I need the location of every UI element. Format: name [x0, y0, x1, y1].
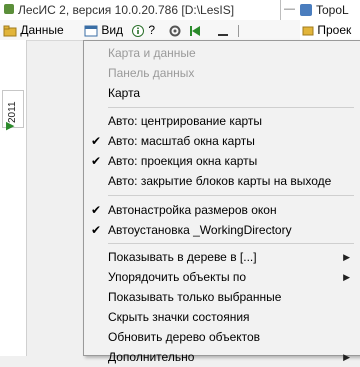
window-title: ЛесИС 2, версия 10.0.20.786 [D:\LesIS] [18, 3, 235, 17]
menu-item[interactable]: Авто: центрирование карты [84, 111, 360, 131]
menu-item-label: Авто: проекция окна карты [108, 154, 258, 168]
menu-item: Панель данных [84, 63, 360, 83]
project-icon [302, 26, 314, 36]
menu-item-label: Дополнительно [108, 350, 195, 364]
submenu-arrow-icon: ▶ [343, 252, 350, 262]
menu-item[interactable]: ✔ Авто: масштаб окна карты [84, 131, 360, 151]
menu-item-label: Упорядочить объекты по [108, 270, 247, 284]
menu-view-label: Вид [101, 23, 124, 37]
first-record-button[interactable] [188, 22, 202, 38]
menu-help[interactable]: ? [131, 22, 155, 38]
menu-item-label: Карта и данные [108, 46, 196, 60]
menu-bar: Данные Вид ? [0, 20, 300, 41]
menu-item[interactable]: Обновить дерево объектов [84, 327, 360, 347]
menu-view[interactable]: Вид [84, 22, 123, 38]
skip-back-icon [190, 25, 200, 36]
menu-item[interactable]: Скрыть значки состояния [84, 307, 360, 327]
menu-item-label: Скрыть значки состояния [108, 310, 250, 324]
menu-item[interactable]: Дополнительно ▶ [84, 347, 360, 367]
menu-item-label: Обновить дерево объектов [108, 330, 261, 344]
menu-separator [108, 195, 354, 196]
minimize-panel-icon [218, 33, 228, 36]
data-folder-icon [3, 25, 17, 37]
gear-icon [169, 25, 181, 37]
topol-window-title[interactable]: TopoL [316, 3, 349, 17]
menu-project-label: Проек [317, 23, 352, 37]
menu-item: Карта и данные [84, 43, 360, 63]
menu-item-label: Автонастройка размеров окон [108, 203, 277, 217]
menu-item-label: Панель данных [108, 66, 195, 80]
info-icon [132, 24, 144, 37]
settings-button[interactable] [168, 22, 182, 38]
menu-item[interactable]: ✔ Авто: проекция окна карты [84, 151, 360, 171]
menu-item[interactable]: Упорядочить объекты по ▶ [84, 267, 360, 287]
submenu-arrow-icon: ▶ [343, 272, 350, 282]
title-divider [280, 0, 281, 20]
menu-help-label: ? [148, 23, 156, 37]
menu-project[interactable]: Проек [302, 22, 351, 38]
minimize-icon[interactable]: — [284, 3, 295, 15]
checkmark-icon: ✔ [90, 154, 102, 168]
menu-data-label: Данные [20, 23, 64, 37]
menu-item[interactable]: Авто: закрытие блоков карты на выходе [84, 171, 360, 191]
minimize-panel-button[interactable] [216, 22, 230, 38]
separator-icon [238, 24, 239, 37]
menu-item[interactable]: Показывать только выбранные [84, 287, 360, 307]
checkmark-icon: ✔ [90, 203, 102, 217]
menu-item-label: Авто: центрирование карты [108, 114, 263, 128]
menu-separator [108, 243, 354, 244]
submenu-arrow-icon: ▶ [343, 352, 350, 362]
left-panel: 2011 ▶ [0, 40, 27, 356]
menu-item[interactable]: Карта [84, 83, 360, 103]
menu-item[interactable]: ✔ Автонастройка размеров окон [84, 200, 360, 220]
menu-item-label: Показывать в дереве в [...] [108, 250, 257, 264]
title-bar: ЛесИС 2, версия 10.0.20.786 [D:\LesIS] —… [0, 0, 360, 21]
secondary-menu-bar: Проек [300, 20, 360, 41]
play-arrow-icon[interactable]: ▶ [6, 120, 18, 132]
checkmark-icon: ✔ [90, 223, 102, 237]
view-window-icon [84, 25, 98, 37]
menu-item-label: Авто: закрытие блоков карты на выходе [108, 174, 332, 188]
topol-app-icon [300, 4, 312, 16]
panel-separator-handle [236, 22, 242, 38]
menu-separator [108, 107, 354, 108]
menu-item-label: Карта [108, 86, 141, 100]
menu-item-label: Показывать только выбранные [108, 290, 282, 304]
menu-data[interactable]: Данные [3, 22, 64, 38]
checkmark-icon: ✔ [90, 134, 102, 148]
app-icon [4, 4, 14, 14]
menu-item-label: Авто: масштаб окна карты [108, 134, 255, 148]
menu-item-label: Автоустановка _WorkingDirectory [108, 223, 292, 237]
menu-item[interactable]: Показывать в дереве в [...] ▶ [84, 247, 360, 267]
menu-item[interactable]: ✔ Автоустановка _WorkingDirectory [84, 220, 360, 240]
view-dropdown-menu: Карта и данные Панель данных Карта Авто: це… [83, 40, 360, 364]
